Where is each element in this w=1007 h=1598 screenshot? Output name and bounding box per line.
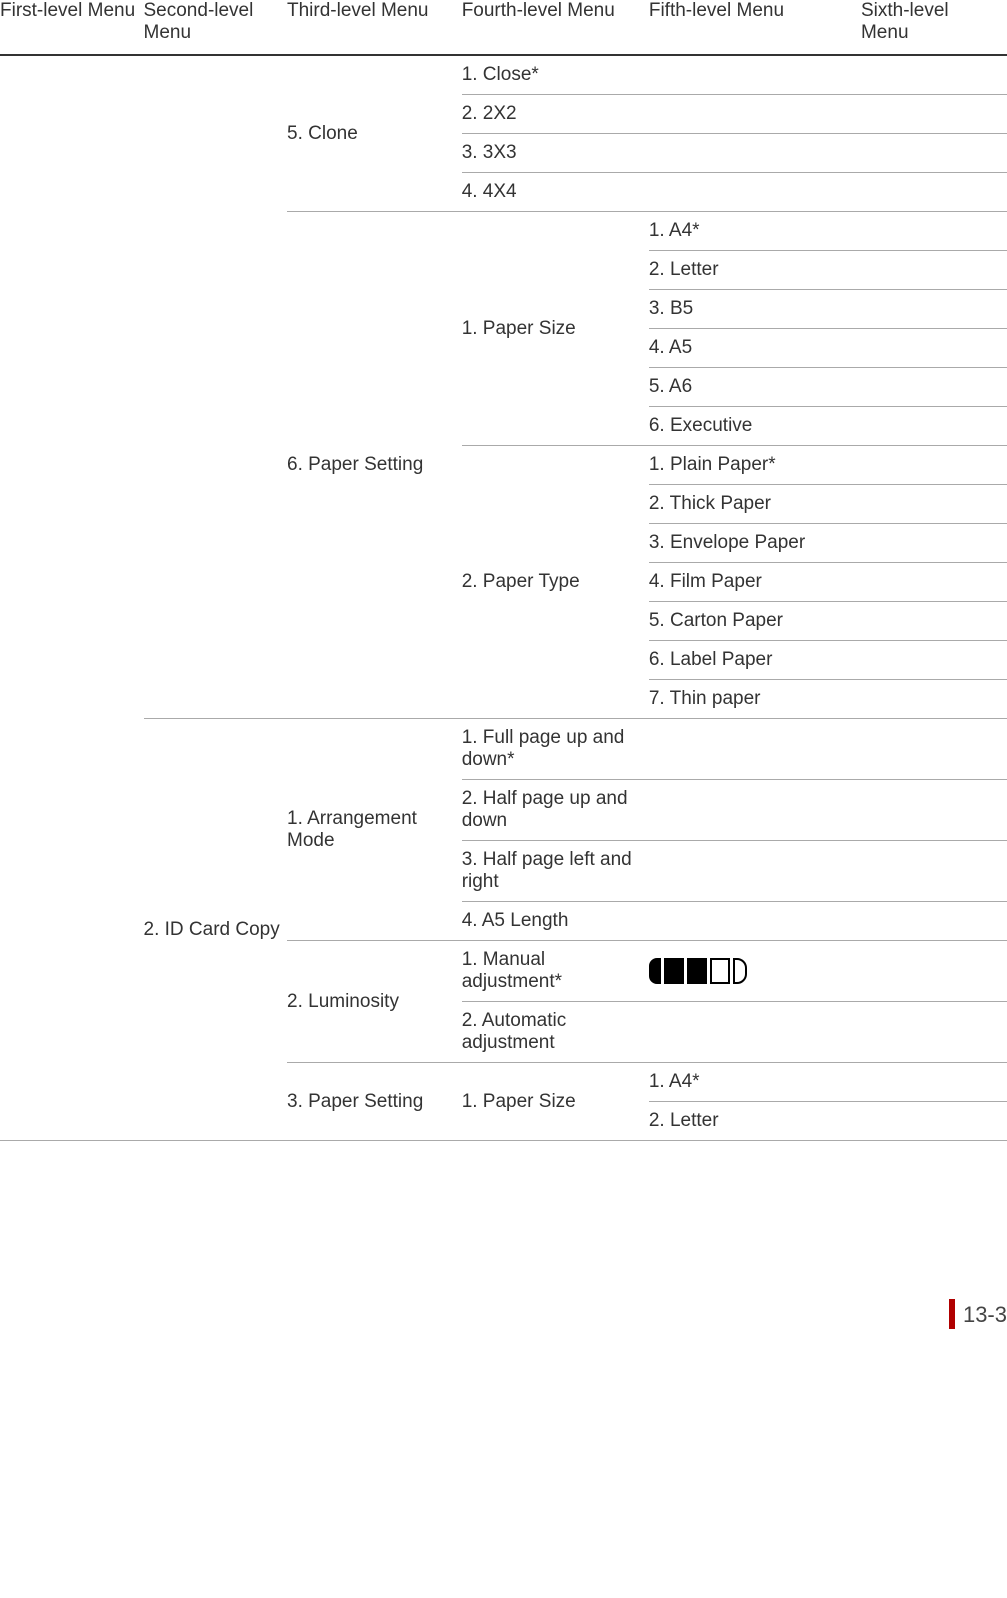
cell-fourth: 3. Half page left and right — [462, 841, 649, 902]
cell-fifth: 2. Letter — [649, 251, 861, 290]
luminosity-segment — [710, 958, 730, 984]
cell-fourth: 3. 3X3 — [462, 134, 649, 173]
cell-fourth: 1. Manual adjustment* — [462, 941, 649, 1002]
cell-fourth: 2. Paper Type — [462, 446, 649, 719]
cell-fourth: 1. Paper Size — [462, 1063, 649, 1141]
header-col5: Fifth-level Menu — [649, 0, 861, 55]
cell-third: 5. Clone — [287, 55, 462, 212]
table-row: 5. Clone 1. Close* — [0, 55, 1007, 95]
cell-fourth: 2. Automatic adjustment — [462, 1002, 649, 1063]
cell-fifth: 1. A4* — [649, 212, 861, 251]
table-row: 2. ID Card Copy 1. Arrangement Mode 1. F… — [0, 719, 1007, 780]
cell-third: 3. Paper Setting — [287, 1063, 462, 1141]
page-footer: 13-3 — [0, 1301, 1007, 1371]
luminosity-segment — [733, 958, 747, 984]
cell-fifth: 3. Envelope Paper — [649, 524, 861, 563]
cell-second: 2. ID Card Copy — [144, 719, 288, 1141]
cell-fifth: 2. Thick Paper — [649, 485, 861, 524]
cell-fourth: 2. 2X2 — [462, 95, 649, 134]
cell-third: 2. Luminosity — [287, 941, 462, 1063]
cell-fifth: 1. Plain Paper* — [649, 446, 861, 485]
header-col4: Fourth-level Menu — [462, 0, 649, 55]
cell-fifth: 6. Executive — [649, 407, 861, 446]
cell-fourth: 1. Full page up and down* — [462, 719, 649, 780]
cell-fifth: 5. Carton Paper — [649, 602, 861, 641]
cell-fifth: 3. B5 — [649, 290, 861, 329]
cell-fourth: 1. Close* — [462, 55, 649, 95]
table-header-row: First-level Menu Second-level Menu Third… — [0, 0, 1007, 55]
luminosity-segment — [649, 958, 661, 984]
luminosity-indicator — [649, 958, 855, 984]
cell-fifth: 7. Thin paper — [649, 680, 861, 719]
cell-fifth: 4. Film Paper — [649, 563, 861, 602]
cell-fourth: 4. A5 Length — [462, 902, 649, 941]
page-accent-bar — [949, 1299, 955, 1329]
cell-fourth: 2. Half page up and down — [462, 780, 649, 841]
header-col3: Third-level Menu — [287, 0, 462, 55]
cell-fifth: 1. A4* — [649, 1063, 861, 1102]
menu-table: First-level Menu Second-level Menu Third… — [0, 0, 1007, 1141]
luminosity-segment — [687, 958, 707, 984]
cell-fifth: 6. Label Paper — [649, 641, 861, 680]
table-bottom-rule — [0, 1141, 1007, 1142]
cell-fifth: 5. A6 — [649, 368, 861, 407]
header-col1: First-level Menu — [0, 0, 144, 55]
cell-fourth: 4. 4X4 — [462, 173, 649, 212]
cell-fourth: 1. Paper Size — [462, 212, 649, 446]
page-number: 13-3 — [963, 1302, 1007, 1327]
cell-fifth: 4. A5 — [649, 329, 861, 368]
header-col6: Sixth-level Menu — [861, 0, 1007, 55]
cell-third: 1. Arrangement Mode — [287, 719, 462, 941]
cell-third: 6. Paper Setting — [287, 212, 462, 719]
header-col2: Second-level Menu — [144, 0, 288, 55]
luminosity-segment — [664, 958, 684, 984]
cell-fifth: 2. Letter — [649, 1102, 861, 1141]
